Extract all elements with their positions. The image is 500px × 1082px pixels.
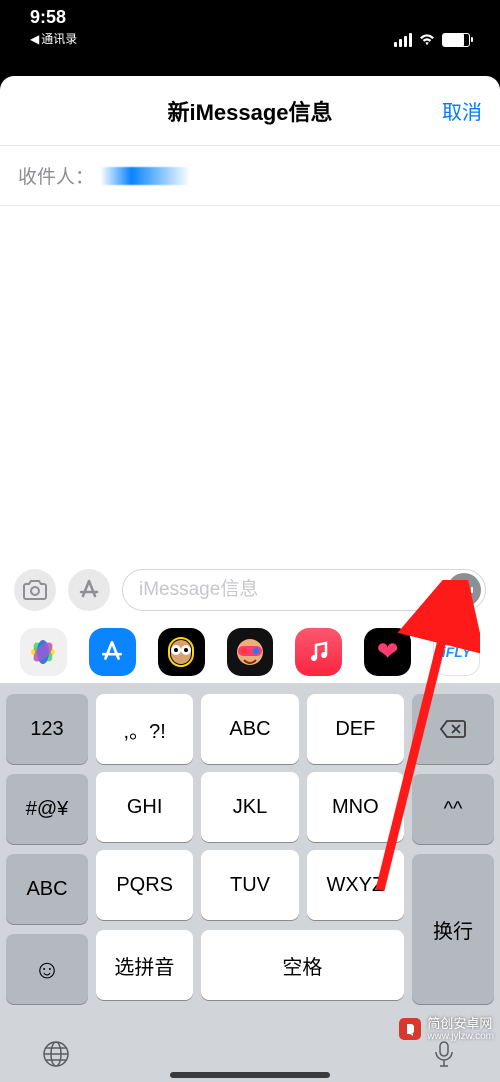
key-space[interactable]: 空格	[201, 930, 404, 1000]
key-pqrs[interactable]: PQRS	[96, 850, 193, 920]
key-abc[interactable]: ABC	[201, 694, 298, 764]
app-appstore[interactable]	[89, 628, 136, 676]
dictation-button[interactable]	[428, 1038, 460, 1070]
watermark-url: www.jylzw.com	[427, 1031, 494, 1042]
heart-icon: ❤	[377, 636, 399, 667]
wifi-icon	[418, 33, 436, 47]
app-memoji-2[interactable]	[227, 628, 274, 676]
waveform-icon	[455, 583, 473, 597]
camera-icon	[23, 580, 47, 600]
photos-icon	[26, 635, 60, 669]
breadcrumb-back[interactable]: ◀ 通讯录	[30, 30, 77, 47]
appstore-apps-button[interactable]	[68, 569, 110, 611]
memoji-icon	[163, 634, 199, 670]
battery-icon	[442, 33, 470, 47]
key-caret[interactable]: ^^	[412, 774, 494, 844]
key-select-pinyin[interactable]: 选拼音	[96, 930, 193, 1000]
key-jkl[interactable]: JKL	[201, 772, 298, 842]
breadcrumb-label: 通讯录	[41, 30, 77, 47]
appstore-icon	[99, 639, 125, 665]
status-time: 9:58	[30, 7, 77, 28]
music-note-icon	[307, 640, 331, 664]
key-abc-mode[interactable]: ABC	[6, 854, 88, 924]
app-music[interactable]	[295, 628, 342, 676]
cancel-button[interactable]: 取消	[442, 96, 482, 125]
home-indicator[interactable]	[170, 1072, 330, 1078]
key-symbols[interactable]: #@¥	[6, 774, 88, 844]
message-input[interactable]	[139, 579, 439, 601]
voice-message-button[interactable]	[447, 573, 481, 607]
message-input-bar	[0, 560, 500, 620]
app-photos[interactable]	[20, 628, 67, 676]
globe-button[interactable]	[40, 1038, 72, 1070]
cellular-signal-icon	[394, 33, 412, 47]
camera-button[interactable]	[14, 569, 56, 611]
key-wxyz[interactable]: WXYZ	[307, 850, 404, 920]
status-indicators	[394, 33, 470, 47]
watermark-name: 简创安卓网	[427, 1017, 494, 1031]
status-bar: 9:58 ◀ 通讯录	[0, 0, 500, 55]
delete-icon	[439, 719, 467, 739]
app-ifly[interactable]: iFLY	[433, 628, 480, 676]
key-mno[interactable]: MNO	[307, 772, 404, 842]
keyboard-footer	[0, 1038, 500, 1070]
key-def[interactable]: DEF	[307, 694, 404, 764]
imessage-app-strip[interactable]: ❤ iFLY	[0, 620, 500, 684]
watermark: 简创安卓网 www.jylzw.com	[399, 1017, 494, 1042]
ifly-label: iFLY	[442, 644, 471, 660]
recipient-label: 收件人：	[18, 162, 94, 189]
recipient-value-redacted	[100, 167, 190, 185]
message-field[interactable]	[122, 569, 486, 611]
memoji-icon	[232, 634, 268, 670]
key-tuv[interactable]: TUV	[201, 850, 298, 920]
chevron-left-icon: ◀	[30, 32, 39, 46]
recipient-row[interactable]: 收件人：	[0, 146, 500, 206]
app-digital-touch[interactable]: ❤	[364, 628, 411, 676]
nav-bar: 新iMessage信息 取消	[0, 76, 500, 146]
key-123[interactable]: 123	[6, 694, 88, 764]
appstore-icon	[77, 578, 101, 602]
key-return[interactable]: 换行	[412, 854, 494, 1004]
key-delete[interactable]	[412, 694, 494, 764]
page-title: 新iMessage信息	[167, 95, 332, 127]
key-ghi[interactable]: GHI	[96, 772, 193, 842]
key-emoji[interactable]: ☺	[6, 934, 88, 1004]
app-memoji-1[interactable]	[158, 628, 205, 676]
watermark-logo-icon	[399, 1018, 421, 1040]
key-punct[interactable]: ,。?!	[96, 694, 193, 764]
